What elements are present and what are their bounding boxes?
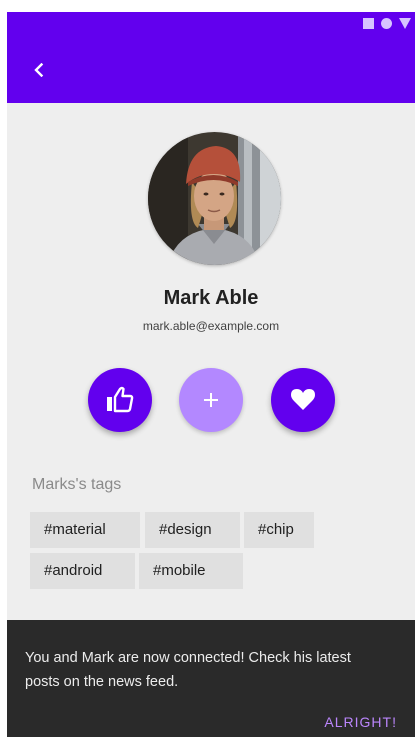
chip-material[interactable]: #material [30, 512, 140, 548]
status-bar-icons [363, 18, 411, 29]
tags-title: Marks's tags [32, 476, 122, 493]
thumbs-up-icon [107, 386, 134, 413]
chip-mobile[interactable]: #mobile [139, 553, 243, 589]
avatar [148, 132, 281, 265]
profile-photo [148, 132, 281, 265]
snackbar: You and Mark are now connected! Check hi… [7, 620, 415, 737]
heart-icon [291, 389, 315, 410]
circle-icon [381, 18, 392, 29]
app-screen: Mark Able mark.able@example.com Marks's … [7, 12, 415, 737]
favorite-button[interactable] [271, 368, 335, 432]
plus-icon [204, 393, 218, 407]
like-button[interactable] [88, 368, 152, 432]
chip-design[interactable]: #design [145, 512, 240, 548]
add-button[interactable] [179, 368, 243, 432]
chip-android[interactable]: #android [30, 553, 135, 589]
snackbar-action-button[interactable]: ALRIGHT! [324, 714, 397, 730]
chip-chip[interactable]: #chip [244, 512, 314, 548]
square-icon [363, 18, 374, 29]
profile-name: Mark Able [163, 287, 259, 309]
profile-email: mark.able@example.com [142, 319, 280, 333]
snackbar-message: You and Mark are now connected! Check hi… [25, 650, 351, 690]
triangle-down-icon [399, 18, 411, 29]
chevron-left-icon [34, 63, 44, 77]
app-bar [7, 12, 415, 103]
back-button[interactable] [27, 58, 51, 82]
